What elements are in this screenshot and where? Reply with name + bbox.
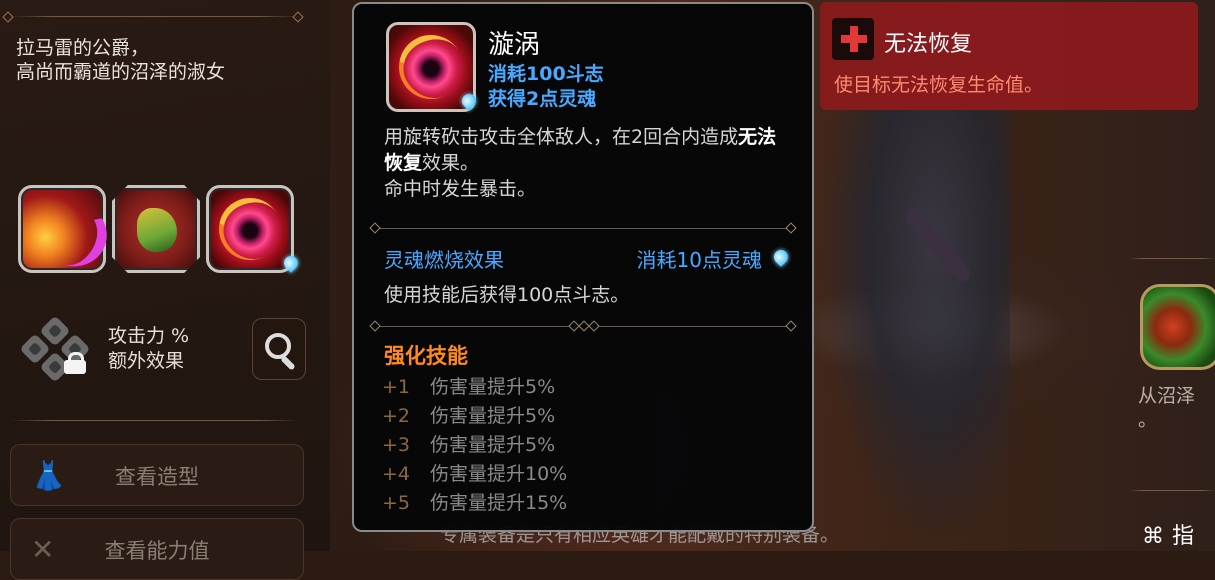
lock-icon <box>64 352 86 374</box>
list-item: +3 伤害量提升5% <box>382 434 556 456</box>
heal-block-icon <box>832 18 874 60</box>
list-item: +1 伤害量提升5% <box>382 376 556 398</box>
right-divider <box>1130 490 1215 491</box>
skill-tooltip: 漩涡 消耗100斗志 获得2点灵魂 用旋转砍击攻击全体敌人，在2回合内造成无法恢… <box>352 2 814 532</box>
soul-burn-cost: 消耗10点灵魂 <box>636 248 762 272</box>
view-outfit-button[interactable]: 👗 查看造型 <box>10 444 304 506</box>
soul-icon <box>771 247 791 267</box>
status-title: 无法恢复 <box>884 32 973 57</box>
list-item: +5 伤害量提升15% <box>382 492 568 514</box>
skill-description: 用旋转砍击攻击全体敌人，在2回合内造成无法恢复效果。 命中时发生暴击。 <box>384 126 777 200</box>
magnify-button[interactable] <box>252 318 306 380</box>
divider <box>369 320 797 332</box>
hero-description: 拉马雷的公爵， 高尚而霸道的沼泽的淑女 <box>16 37 226 83</box>
status-description: 使目标无法恢复生命值。 <box>834 74 1044 96</box>
skill-name: 漩涡 <box>488 30 541 60</box>
enhance-list: +1 伤害量提升5% +2 伤害量提升5% +3 伤害量提升5% +4 伤害量提升10%… <box>382 372 567 517</box>
divider-ornament <box>292 11 304 23</box>
hero-info-panel: 拉马雷的公爵， 高尚而霸道的沼泽的淑女 攻击力 % 额外效果 👗 查看造型 ✕ … <box>0 0 330 580</box>
mid-divider <box>10 420 300 421</box>
soul-burn-description: 使用技能后获得100点斗志。 <box>384 284 630 306</box>
skill-vortex-icon[interactable] <box>206 185 294 273</box>
attack-bonus-icon <box>14 315 98 383</box>
divider-ornament <box>2 11 14 23</box>
enhance-title: 强化技能 <box>384 344 468 368</box>
status-tooltip: 无法恢复 使目标无法恢复生命值。 <box>820 2 1198 110</box>
magnify-icon <box>265 333 291 359</box>
guide-icon: ⌘ <box>1142 524 1164 549</box>
hero-figure <box>820 110 1010 551</box>
guide-button[interactable]: ⌘ 指 <box>1142 518 1194 550</box>
skill-claw-icon[interactable] <box>112 185 200 273</box>
skill-slash-icon[interactable] <box>18 185 106 273</box>
list-item: +4 伤害量提升10% <box>382 463 568 485</box>
divider <box>369 222 797 234</box>
right-divider <box>1130 258 1215 259</box>
attack-bonus-label: 攻击力 % 额外效果 <box>108 325 190 372</box>
list-item: +2 伤害量提升5% <box>382 405 556 427</box>
top-divider <box>10 16 300 17</box>
equipment-emblem-icon[interactable] <box>1140 284 1215 370</box>
equipment-description: 从沼泽 。 <box>1138 385 1196 431</box>
view-stats-button[interactable]: ✕ 查看能力值 <box>10 518 304 580</box>
skill-cost: 消耗100斗志 获得2点灵魂 <box>488 63 604 110</box>
soul-burn-title: 灵魂燃烧效果 <box>384 248 504 272</box>
